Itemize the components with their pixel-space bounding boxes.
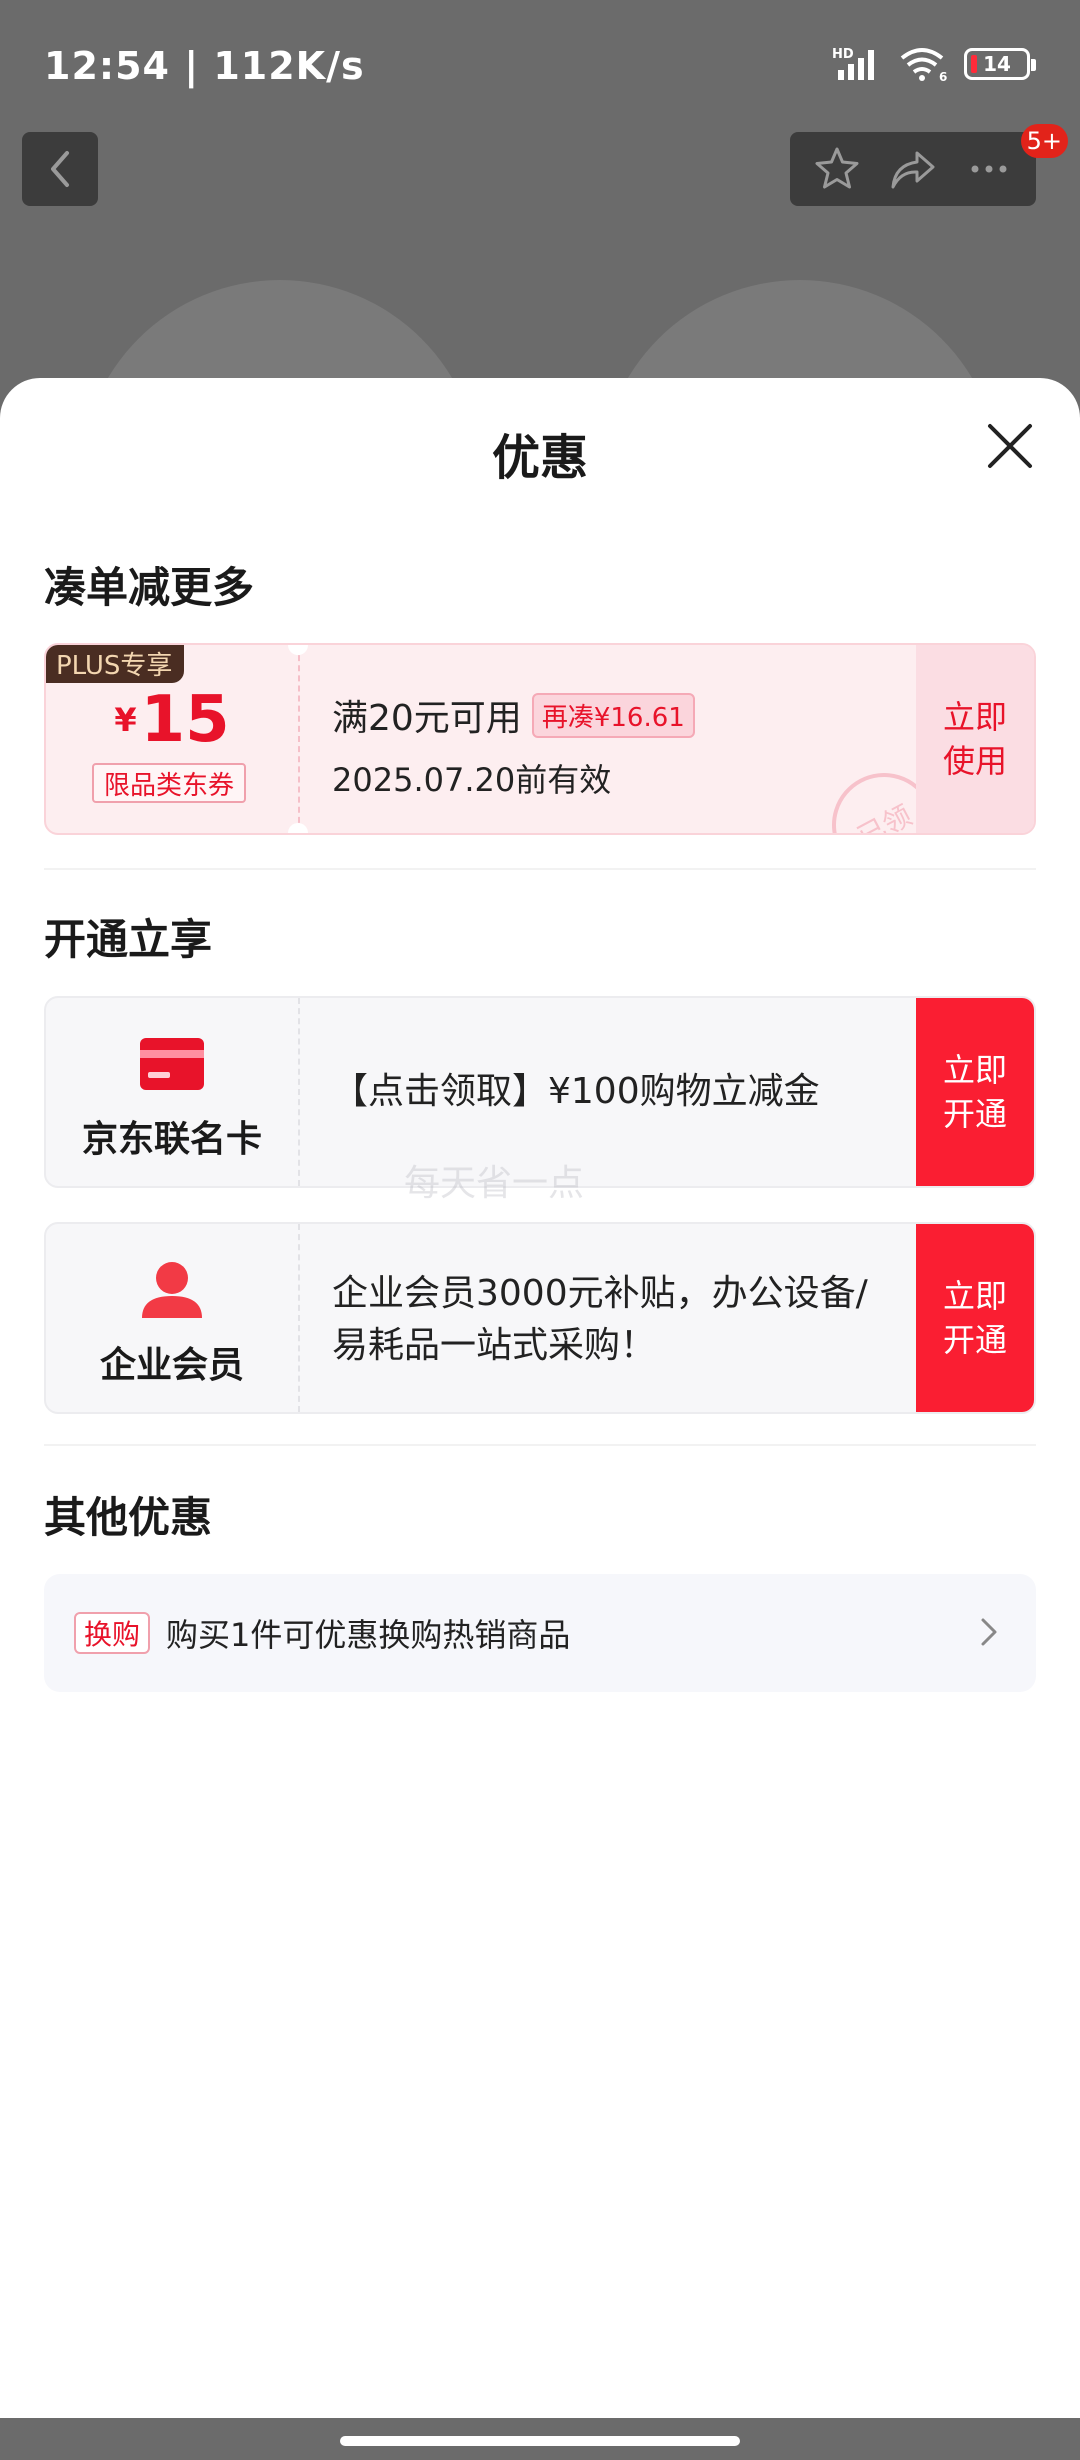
status-icons: HD 6 14 <box>832 46 1036 82</box>
coupon-scope-badge: 限品类东券 <box>92 763 247 803</box>
coupon-amount-number: 15 <box>140 683 230 757</box>
use-coupon-label: 立即 使用 <box>943 695 1007 783</box>
coupon-condition: 满20元可用 <box>332 698 522 739</box>
exchange-text: 购买1件可优惠换购热销商品 <box>166 1616 571 1654</box>
enterprise-member-name: 企业会员 <box>99 1345 244 1386</box>
wifi-icon: 6 <box>900 48 947 82</box>
battery-level: 14 <box>983 52 1011 76</box>
co-branded-card-name: 京东联名卡 <box>81 1119 262 1160</box>
network-type-label: HD <box>832 47 854 62</box>
signal-icon: HD <box>832 47 874 80</box>
nav-actions <box>790 132 1036 206</box>
chevron-right-icon <box>981 1618 997 1646</box>
open-enterprise-label-line2: 开通 <box>942 1321 1007 1359</box>
co-branded-card-info: 京东联名卡 <box>46 998 298 1186</box>
plus-coupon[interactable]: ¥15 限品类东券 PLUS专享 满20元可用 再凑¥16.61 2025.07… <box>44 643 1036 835</box>
member-card-divider <box>298 1224 300 1412</box>
coupon-notch-bottom <box>288 823 308 833</box>
status-time: 12:54 | 112K/s <box>44 44 365 88</box>
separator: | <box>184 44 214 88</box>
enterprise-member-info: 企业会员 <box>46 1224 298 1412</box>
exchange-tag: 换购 <box>74 1612 151 1654</box>
plus-exclusive-tag: PLUS专享 <box>46 645 185 683</box>
member-card-divider <box>298 998 300 1186</box>
back-button[interactable] <box>22 132 98 206</box>
use-coupon-label-line2: 使用 <box>942 742 1007 780</box>
enterprise-member-offer[interactable]: 企业会员 企业会员3000元补贴，办公设备/易耗品一站式采购！ 立即 开通 <box>44 1222 1036 1414</box>
status-bar: 12:54 | 112K/s HD 6 14 <box>0 0 1080 130</box>
close-icon[interactable] <box>982 418 1038 474</box>
star-icon[interactable] <box>813 145 861 193</box>
user-icon <box>142 1262 202 1318</box>
more-icon[interactable] <box>965 145 1013 193</box>
use-coupon-button[interactable]: 立即 使用 <box>916 645 1034 833</box>
wifi-label: 6 <box>939 70 947 82</box>
coupon-divider <box>298 645 300 833</box>
exchange-offer-row[interactable]: 换购 购买1件可优惠换购热销商品 <box>44 1574 1036 1692</box>
discount-sheet: 优惠 凑单减更多 ¥15 限品类东券 PLUS专享 满20元可用 再凑¥16.6… <box>0 378 1080 2418</box>
share-icon[interactable] <box>887 145 939 193</box>
coupon-validity: 2025.07.20前有效 <box>332 761 612 799</box>
open-enterprise-label-line1: 立即 <box>942 1277 1007 1315</box>
background-page: 5+ <box>0 124 1080 500</box>
open-co-branded-card-button[interactable]: 立即 开通 <box>916 998 1034 1186</box>
section-title-more: 凑单减更多 <box>44 563 255 612</box>
open-card-label: 立即 开通 <box>943 1048 1007 1136</box>
coupon-condition-row: 满20元可用 再凑¥16.61 <box>332 689 695 741</box>
enterprise-member-desc: 企业会员3000元补贴，办公设备/易耗品一站式采购！ <box>332 1273 868 1366</box>
network-speed: 112K/s <box>213 44 365 88</box>
currency-symbol: ¥ <box>114 701 137 739</box>
battery-icon: 14 <box>964 48 1036 80</box>
coupon-amount: ¥15 <box>46 683 298 757</box>
open-enterprise-member-button[interactable]: 立即 开通 <box>916 1224 1034 1412</box>
section-divider <box>44 868 1036 870</box>
clock: 12:54 <box>44 44 170 88</box>
open-enterprise-label: 立即 开通 <box>943 1274 1007 1362</box>
sheet-title: 优惠 <box>491 430 588 486</box>
co-branded-card-desc: 【点击领取】¥100购物立减金 <box>332 1071 820 1112</box>
open-card-label-line1: 立即 <box>942 1051 1007 1089</box>
coupon-gap-badge: 再凑¥16.61 <box>531 692 695 738</box>
coupon-details: 满20元可用 再凑¥16.61 2025.07.20前有效 <box>332 689 695 801</box>
use-coupon-label-line1: 立即 <box>942 698 1007 736</box>
section-divider <box>44 1444 1036 1446</box>
chevron-left-icon <box>51 151 69 187</box>
credit-card-icon <box>140 1038 204 1090</box>
open-card-label-line2: 开通 <box>942 1095 1007 1133</box>
watermark: 每天省一点 <box>404 1163 585 1204</box>
message-badge: 5+ <box>1020 124 1068 158</box>
section-title-other: 其他优惠 <box>44 1493 213 1542</box>
section-title-open: 开通立享 <box>44 915 213 964</box>
home-indicator[interactable] <box>340 2436 740 2446</box>
